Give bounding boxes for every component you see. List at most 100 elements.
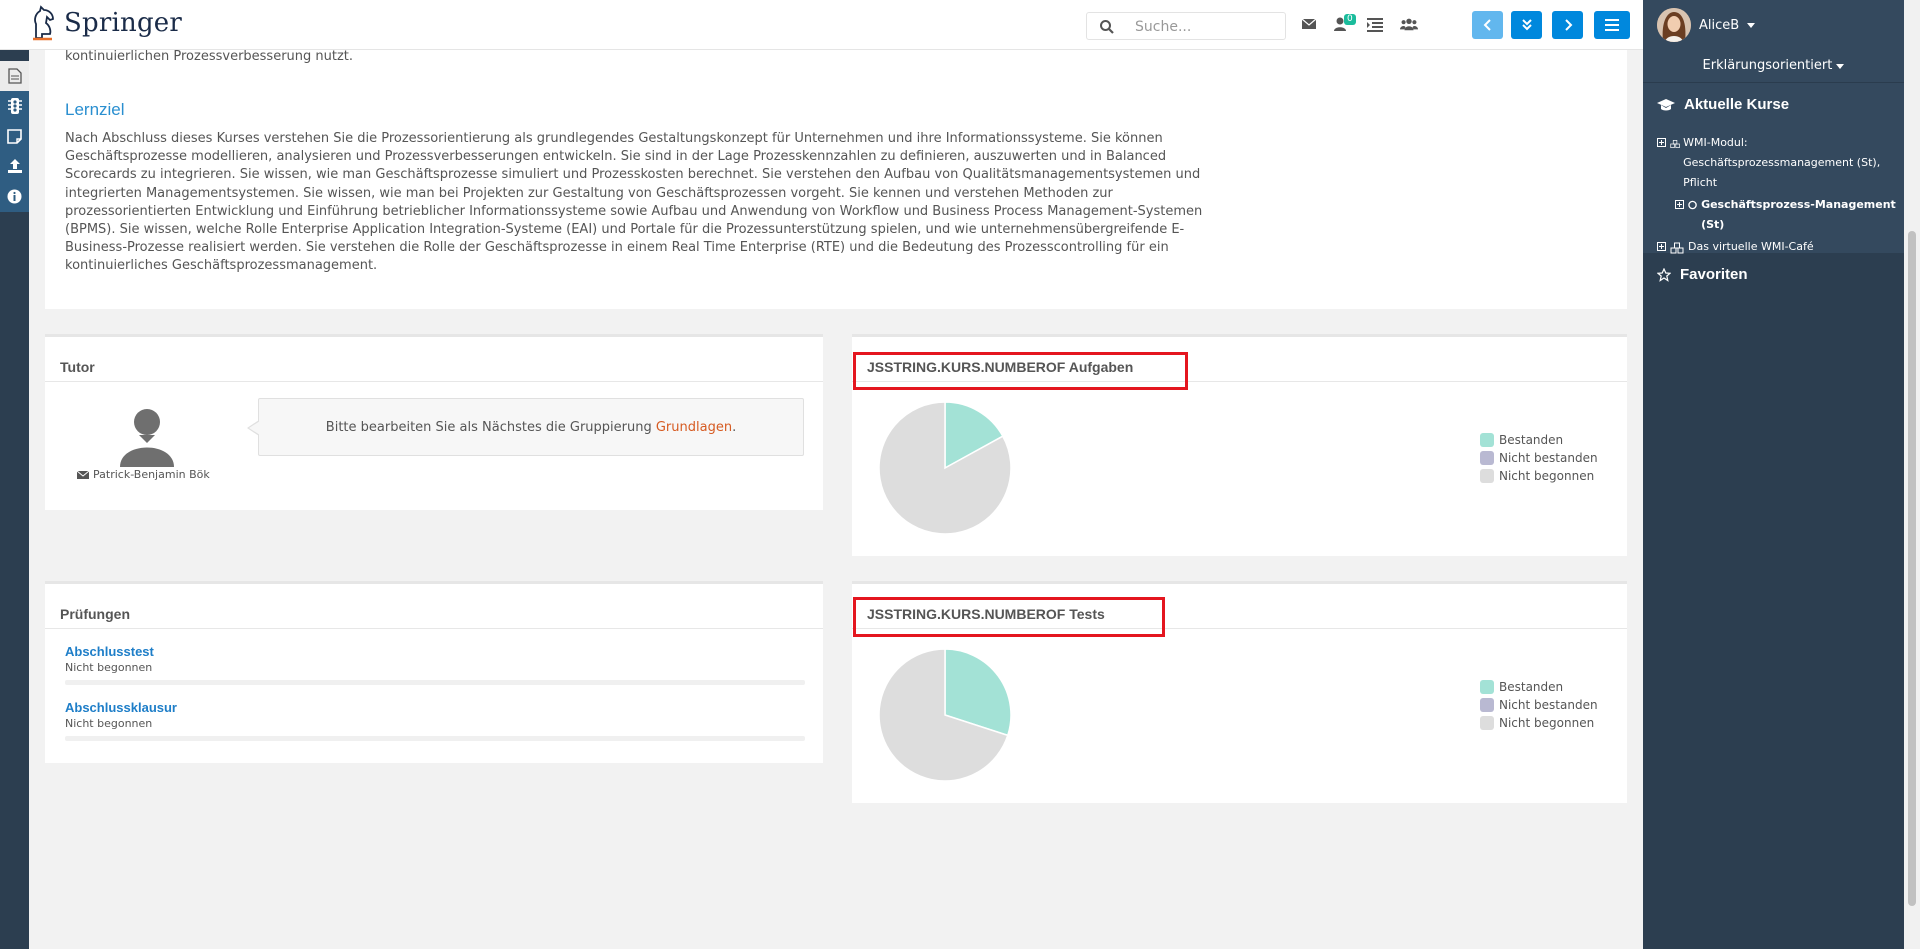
expand-icon[interactable] <box>1657 138 1666 147</box>
legend-item: Nicht begonnen <box>1480 714 1598 732</box>
expand-icon[interactable] <box>1675 200 1684 209</box>
tutor-title: Tutor <box>45 337 823 382</box>
exams-title: Prüfungen <box>45 584 823 629</box>
tasks-chart-panel: JSSTRING.KURS.NUMBEROF Aufgaben Bestande… <box>852 334 1627 556</box>
tasks-pie-chart <box>878 401 1012 535</box>
exam-item: Abschlusstest Nicht begonnen <box>65 644 805 685</box>
tree-item-module[interactable]: WMI-Modul: Geschäftsprozessmanagement (S… <box>1657 133 1902 193</box>
legend-swatch-passed <box>1480 433 1494 447</box>
upload-tool[interactable] <box>0 151 29 181</box>
cubes-icon <box>1670 140 1680 148</box>
grundlagen-link[interactable]: Grundlagen <box>656 420 732 435</box>
exam-status: Nicht begonnen <box>65 661 153 674</box>
highlight-box <box>853 597 1165 637</box>
graduation-cap-icon <box>1657 98 1675 110</box>
tutor-panel: Tutor Patrick-Benjamin Bök Bitte bearbei… <box>45 334 823 510</box>
right-sidebar: AliceB Erklärungsorientiert Aktuelle Kur… <box>1643 0 1904 949</box>
menu-button[interactable] <box>1594 11 1630 39</box>
legend-item: Nicht bestanden <box>1480 449 1598 467</box>
legend-item: Bestanden <box>1480 431 1598 449</box>
search-box[interactable] <box>1086 12 1286 40</box>
exam-progress-bar <box>65 736 805 741</box>
search-input[interactable] <box>1135 17 1275 37</box>
current-courses-title: Aktuelle Kurse <box>1684 96 1790 113</box>
exam-link-abschlusstest[interactable]: Abschlusstest <box>65 644 805 659</box>
traffic-light-icon <box>7 98 22 114</box>
message-suffix: . <box>732 419 737 435</box>
expand-icon[interactable] <box>1657 242 1666 251</box>
document-icon <box>7 68 22 84</box>
next-button[interactable] <box>1552 11 1583 39</box>
legend-swatch-not-started <box>1480 716 1494 730</box>
tutor-message: Bitte bearbeiten Sie als Nächstes die Gr… <box>247 398 804 456</box>
legend-swatch-passed <box>1480 680 1494 694</box>
exam-link-abschlussklausur[interactable]: Abschlussklausur <box>65 700 805 715</box>
previous-button[interactable] <box>1472 11 1503 39</box>
highlight-box <box>853 352 1188 390</box>
tutor-name: Patrick-Benjamin Bök <box>93 468 210 481</box>
info-tool[interactable] <box>0 181 29 211</box>
tree-item-label: Das virtuelle WMI-Café <box>1688 240 1814 253</box>
divider <box>1643 82 1904 83</box>
legend-label: Nicht begonnen <box>1499 716 1595 730</box>
springer-logo[interactable]: Springer <box>28 4 182 42</box>
exams-panel: Prüfungen Abschlusstest Nicht begonnen A… <box>45 581 823 763</box>
tool-group <box>0 61 29 212</box>
exam-status: Nicht begonnen <box>65 717 153 730</box>
expand-button[interactable] <box>1511 11 1542 39</box>
previous-text-fragment: kontinuierlichen Prozessverbesserung nut… <box>65 49 354 64</box>
avatar <box>120 409 174 467</box>
favorites-header[interactable]: Favoriten <box>1657 266 1748 283</box>
envelope-icon <box>77 470 89 479</box>
notification-badge: 0 <box>1344 14 1356 25</box>
document-tool[interactable] <box>0 61 29 91</box>
sticky-note-icon <box>7 128 22 144</box>
course-icon <box>1688 200 1697 210</box>
top-bar: Springer 0 <box>0 0 1643 50</box>
legend-label: Nicht bestanden <box>1499 698 1598 712</box>
legend-swatch-not-started <box>1480 469 1494 483</box>
notes-tool[interactable] <box>0 121 29 151</box>
logo-text: Springer <box>64 8 183 38</box>
search-icon <box>1100 20 1114 34</box>
learning-goal-heading: Lernziel <box>65 100 125 119</box>
message-text: Bitte bearbeiten Sie als Nächstes die Gr… <box>325 419 656 435</box>
learning-goal-text: Nach Abschluss dieses Kurses verstehen S… <box>65 131 1203 274</box>
caret-down-icon <box>1747 22 1756 28</box>
cubes-icon <box>1670 242 1684 254</box>
legend-item: Bestanden <box>1480 678 1598 696</box>
tests-chart-legend: Bestanden Nicht bestanden Nicht begonnen <box>1480 678 1598 732</box>
group-icon[interactable] <box>1400 15 1418 33</box>
tree-item-course[interactable]: Geschäftsprozess-Management (St) <box>1657 195 1902 235</box>
tutor-contact[interactable]: Patrick-Benjamin Bök <box>77 468 210 481</box>
tree-item-label: Geschäftsprozess-Management (St) <box>1701 198 1896 231</box>
chevron-right-icon <box>1564 19 1572 31</box>
tests-chart-panel: JSSTRING.KURS.NUMBEROF Tests Bestanden N… <box>852 581 1627 803</box>
avatar <box>1657 8 1691 42</box>
favorites-title: Favoriten <box>1680 266 1748 283</box>
exam-item: Abschlussklausur Nicht begonnen <box>65 700 805 741</box>
springer-horse-icon <box>33 5 54 41</box>
traffic-light-tool[interactable] <box>0 91 29 121</box>
legend-swatch-failed <box>1480 698 1494 712</box>
learning-goal-panel: kontinuierlichen Prozessverbesserung nut… <box>45 50 1627 309</box>
mode-selector[interactable]: Erklärungsorientiert <box>1643 58 1904 73</box>
chevron-left-icon <box>1483 19 1491 31</box>
list-indent-icon[interactable] <box>1366 15 1384 33</box>
upload-icon <box>7 159 22 173</box>
tree-item-cafe[interactable]: Das virtuelle WMI-Café <box>1657 237 1902 257</box>
legend-label: Nicht begonnen <box>1499 469 1595 483</box>
user-photo <box>1657 8 1691 42</box>
left-toolbar <box>0 50 29 949</box>
legend-label: Bestanden <box>1499 433 1564 447</box>
legend-item: Nicht bestanden <box>1480 696 1598 714</box>
mode-label: Erklärungsorientiert <box>1702 58 1833 73</box>
user-menu[interactable]: AliceB <box>1657 8 1756 42</box>
scrollbar-thumb[interactable] <box>1908 231 1916 906</box>
mail-icon[interactable] <box>1300 15 1318 33</box>
caret-down-icon <box>1836 64 1845 69</box>
scrollbar[interactable] <box>1904 0 1920 949</box>
exam-progress-bar <box>65 680 805 685</box>
legend-swatch-failed <box>1480 451 1494 465</box>
legend-label: Nicht bestanden <box>1499 451 1598 465</box>
